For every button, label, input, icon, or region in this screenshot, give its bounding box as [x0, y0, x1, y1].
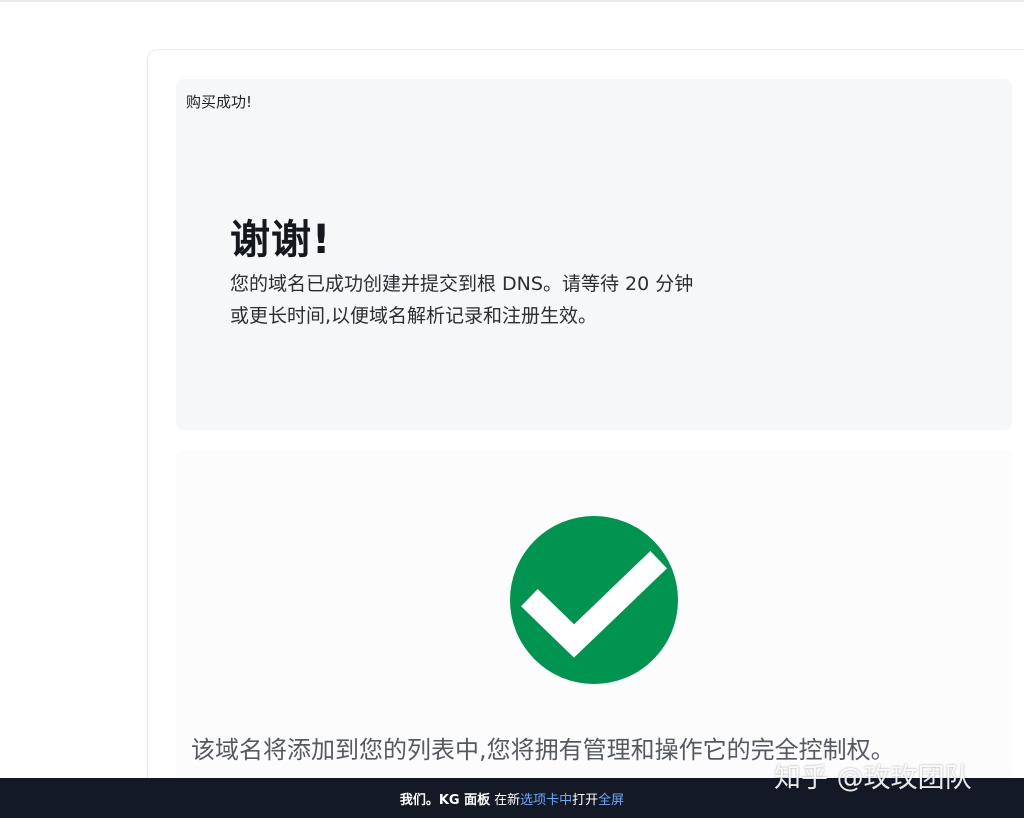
fullscreen-link[interactable]: 全屏 [598, 789, 624, 808]
open-text: 打开 [572, 792, 599, 808]
thanks-panel: 谢谢! 您的域名已成功创建并提交到根 DNS。请等待 20 分钟或更长时间,以便… [176, 123, 1012, 430]
purchase-header: 购买成功! [176, 79, 1012, 123]
thanks-title: 谢谢! [230, 217, 332, 263]
new-tab-link[interactable]: 选项卡中 [520, 789, 572, 808]
top-divider [0, 0, 1024, 2]
panel-brand: 我们。KG 面板 [399, 792, 491, 808]
thanks-message: 您的域名已成功创建并提交到根 DNS。请等待 20 分钟或更长时间,以便域名解析… [230, 273, 694, 327]
purchase-success-label: 购买成功! [186, 93, 253, 111]
status-panel: 该域名将添加到您的列表中,您将拥有管理和操作它的完全控制权。 [176, 450, 1012, 780]
check-circle-icon [510, 516, 678, 684]
open-in-new-text: 在新 [494, 792, 521, 808]
watermark-text: 知乎 @玫玫团队 [774, 763, 972, 794]
